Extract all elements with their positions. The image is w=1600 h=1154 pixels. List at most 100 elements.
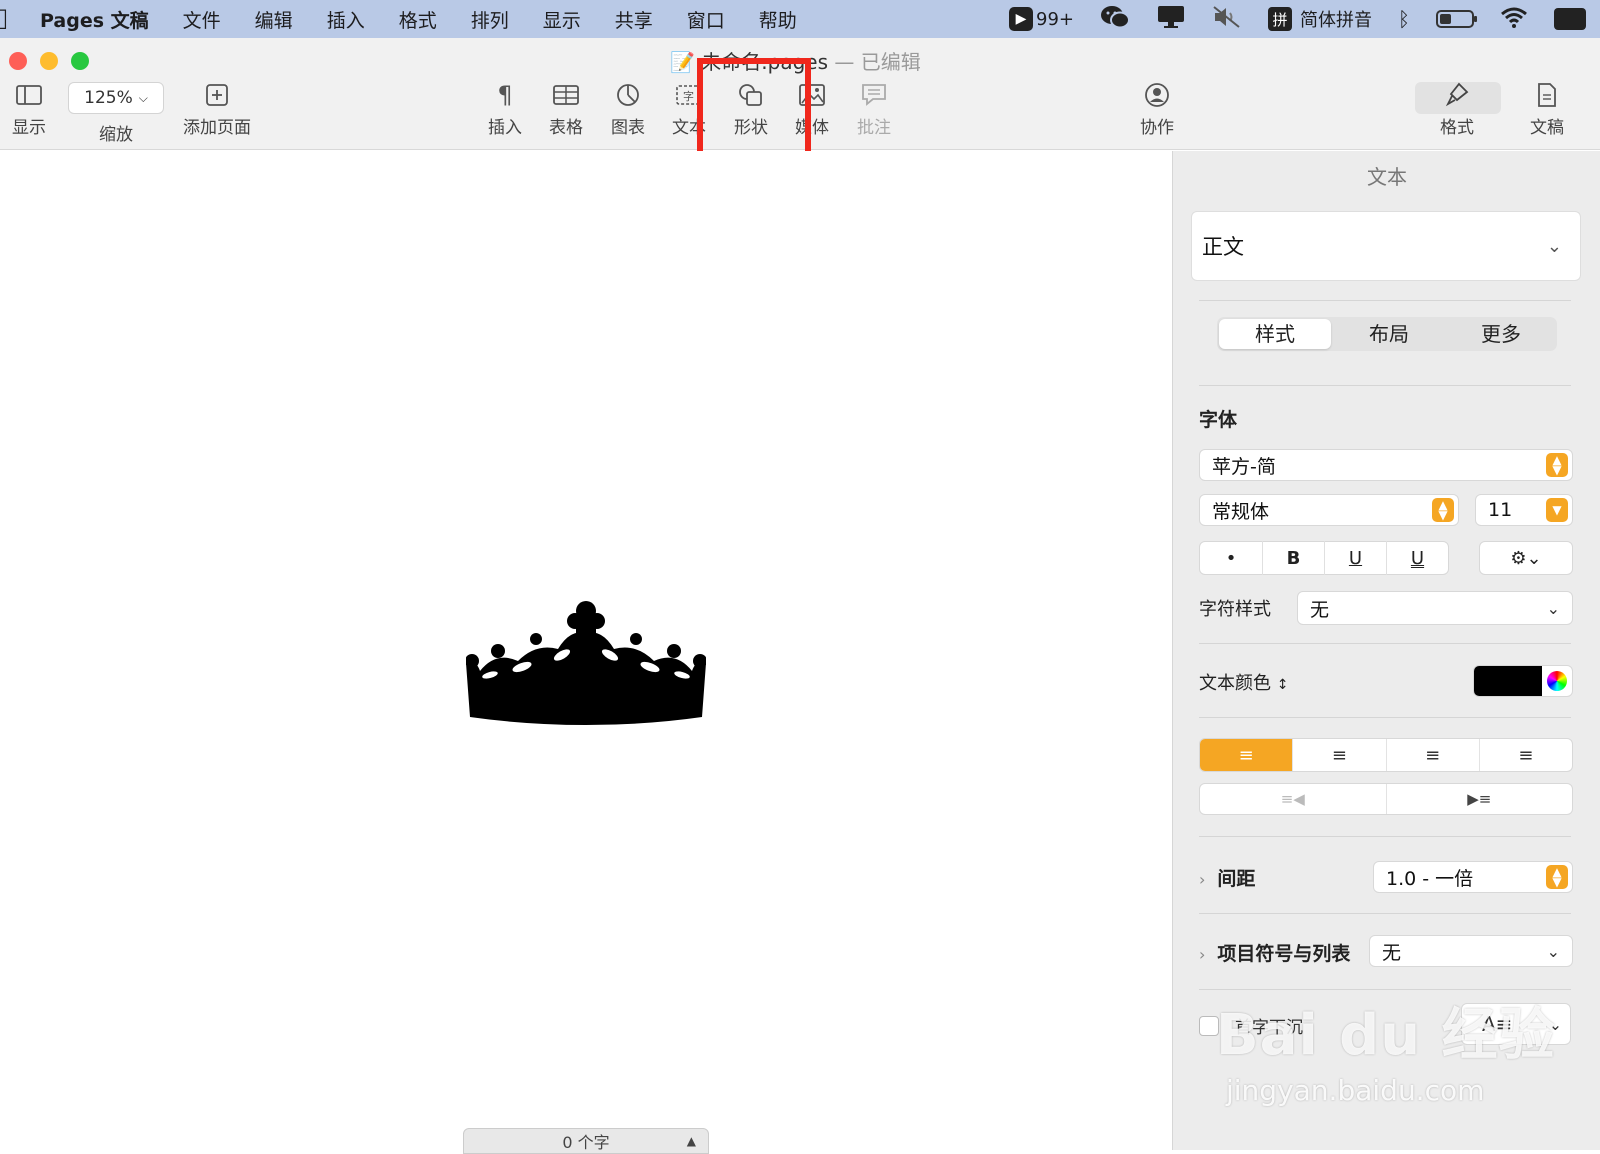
chevron-down-icon: ⌵ — [138, 90, 148, 105]
zoom-window-button[interactable] — [71, 52, 89, 70]
collaborate-icon — [1143, 80, 1171, 110]
wechat-icon[interactable] — [1100, 4, 1130, 35]
menu-list: Pages 文稿 文件 编辑 插入 格式 排列 显示 共享 窗口 帮助 — [40, 0, 831, 38]
notification-status[interactable]: ▶ 99+ — [1009, 7, 1074, 31]
collaborate-button[interactable]: 协作 — [1140, 80, 1174, 138]
divider — [1199, 913, 1571, 914]
indent-buttons: ≡◀ ▶≡ — [1199, 783, 1573, 815]
menu-edit[interactable]: 编辑 — [255, 6, 293, 33]
bullets-select[interactable]: 无 ⌄ — [1369, 935, 1573, 967]
updown-chevron-icon: ↕ — [1276, 677, 1289, 693]
menu-bar:  Pages 文稿 文件 编辑 插入 格式 排列 显示 共享 窗口 帮助 ▶ … — [0, 0, 1600, 38]
advanced-options-button[interactable]: ⚙⌄ — [1479, 541, 1573, 575]
decrease-indent-button[interactable]: ≡◀ — [1200, 784, 1386, 814]
paintbrush-icon — [1445, 80, 1469, 110]
display-icon[interactable] — [1156, 4, 1186, 35]
battery-icon[interactable] — [1436, 10, 1477, 28]
add-page-label: 添加页面 — [183, 118, 251, 138]
format-label: 格式 — [1440, 118, 1474, 138]
sidebar-tabs: 样式 布局 更多 — [1217, 317, 1557, 351]
sidebar-title: 文本 — [1367, 165, 1407, 189]
increase-indent-button[interactable]: ▶≡ — [1385, 784, 1573, 814]
spacing-disclosure[interactable]: › 间距 — [1199, 864, 1255, 891]
bullets-value: 无 — [1382, 941, 1402, 964]
stepper-icon: ▲ ▼ — [1546, 865, 1568, 889]
underline-button[interactable]: U — [1324, 541, 1386, 575]
format-button[interactable]: 格式 — [1440, 80, 1474, 138]
zoom-label: 缩放 — [99, 125, 133, 145]
menu-share[interactable]: 共享 — [615, 6, 653, 33]
divider — [1199, 836, 1571, 837]
chevron-right-icon: › — [1199, 870, 1206, 889]
align-justify-button[interactable]: ≡ — [1478, 739, 1572, 771]
double-underline-button[interactable]: U — [1386, 541, 1448, 575]
document-icon: 📝 — [670, 50, 695, 74]
font-section-heading: 字体 — [1199, 409, 1238, 431]
title-separator: — — [834, 50, 855, 74]
document-status: 已编辑 — [860, 50, 921, 74]
tab-style[interactable]: 样式 — [1219, 319, 1331, 349]
close-window-button[interactable] — [9, 52, 27, 70]
status-menus: ▶ 99+ 拼 简体拼音 ᛒ — [1009, 0, 1586, 38]
menu-file[interactable]: 文件 — [183, 6, 221, 33]
tab-layout[interactable]: 布局 — [1333, 319, 1445, 349]
table-button[interactable]: 表格 — [549, 80, 583, 138]
align-left-button[interactable]: ≡ — [1200, 739, 1293, 771]
chevron-up-icon: ▲ — [686, 1134, 696, 1148]
crown-shape[interactable] — [466, 599, 706, 729]
char-style-label: 字符样式 — [1199, 599, 1271, 620]
divider — [1199, 300, 1571, 301]
char-style-value: 无 — [1310, 598, 1330, 621]
view-button[interactable]: 显示 — [12, 80, 46, 138]
control-center-icon[interactable] — [1554, 8, 1586, 30]
word-count-bar[interactable]: 0 个字 ▲ — [463, 1128, 709, 1154]
watermark-url: jingyan.baidu.com — [1226, 1074, 1485, 1107]
mute-icon[interactable] — [1212, 5, 1242, 34]
menu-arrange[interactable]: 排列 — [471, 6, 509, 33]
spacing-select[interactable]: 1.0 - 一倍 ▲ ▼ — [1373, 861, 1573, 893]
document-canvas[interactable]: 0 个字 ▲ — [0, 151, 1172, 1154]
view-label: 显示 — [12, 118, 46, 138]
bold-button[interactable]: B — [1262, 541, 1324, 575]
menu-app-name[interactable]: Pages 文稿 — [40, 6, 149, 33]
menu-window[interactable]: 窗口 — [687, 6, 725, 33]
menu-help[interactable]: 帮助 — [759, 6, 797, 33]
comment-icon — [861, 80, 887, 110]
chevron-down-icon: ⌄ — [1546, 235, 1562, 257]
font-size-field[interactable]: 11 ▼ — [1475, 494, 1573, 526]
align-center-button[interactable]: ≡ — [1292, 739, 1385, 771]
paragraph-style-select[interactable]: 正文 ⌄ — [1191, 211, 1581, 281]
divider — [1199, 717, 1571, 718]
font-style-select[interactable]: 常规体 ▲ ▼ — [1199, 494, 1459, 526]
font-family-select[interactable]: 苹方-简 ▲ ▼ — [1199, 449, 1573, 481]
chevron-down-icon: ▼ — [1546, 498, 1568, 522]
paragraph-icon: ¶ — [497, 81, 513, 109]
char-style-select[interactable]: 无 ⌄ — [1297, 591, 1573, 625]
paragraph-style-value: 正文 — [1202, 235, 1244, 259]
tab-more[interactable]: 更多 — [1445, 319, 1557, 349]
wifi-icon[interactable] — [1500, 6, 1528, 33]
minimize-window-button[interactable] — [40, 52, 58, 70]
add-page-button[interactable]: 添加页面 — [183, 80, 251, 138]
zoom-control[interactable]: 125% ⌵ 缩放 — [68, 82, 164, 145]
bullet-style-button[interactable]: • — [1200, 541, 1262, 575]
align-right-button[interactable]: ≡ — [1385, 739, 1479, 771]
text-style-buttons: • B U U — [1199, 541, 1449, 575]
text-color-well[interactable] — [1473, 665, 1573, 697]
document-button[interactable]: 文稿 — [1530, 80, 1564, 138]
menu-view[interactable]: 显示 — [543, 6, 581, 33]
color-wheel-icon[interactable] — [1547, 671, 1567, 691]
text-color-label[interactable]: 文本颜色 ↕ — [1199, 669, 1288, 695]
bluetooth-icon[interactable]: ᛒ — [1398, 7, 1410, 31]
chart-button[interactable]: 图表 — [611, 80, 645, 138]
menu-format[interactable]: 格式 — [399, 6, 437, 33]
apple-icon[interactable]:  — [0, 6, 7, 31]
svg-text:字: 字 — [683, 89, 694, 103]
input-method-menu[interactable]: 拼 简体拼音 — [1268, 6, 1372, 32]
menu-insert[interactable]: 插入 — [327, 6, 365, 33]
comment-button[interactable]: 批注 — [857, 80, 891, 138]
highlight-annotation — [697, 58, 811, 158]
insert-button[interactable]: ¶ 插入 — [488, 80, 522, 138]
zoom-select[interactable]: 125% ⌵ — [68, 82, 164, 114]
bullets-disclosure[interactable]: › 项目符号与列表 — [1199, 939, 1350, 966]
